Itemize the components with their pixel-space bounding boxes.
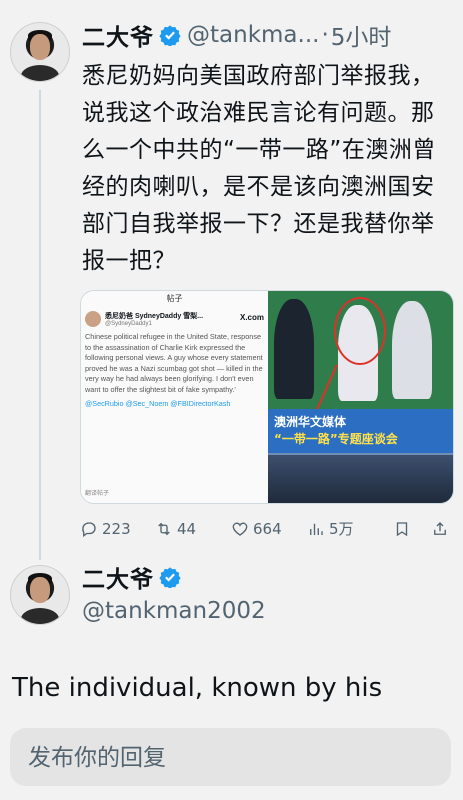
tweet-media[interactable]: 帖子 悉尼奶爸 SydneyDaddy 雪梨... @SydneyDaddy1 … [80, 290, 454, 504]
banner-line-1: 澳洲华文媒体 [274, 415, 347, 429]
group-photo-row [268, 455, 453, 503]
reply-author-name[interactable]: 二大爷 [82, 560, 154, 594]
embedded-post-screenshot: 帖子 悉尼奶爸 SydneyDaddy 雪梨... @SydneyDaddy1 … [81, 291, 268, 503]
thread-connector-line [39, 90, 41, 560]
like-action[interactable]: 664 [231, 520, 307, 538]
x-logo: X.com [239, 313, 264, 322]
highlight-circle [334, 297, 386, 365]
like-count: 664 [253, 519, 282, 538]
heart-icon [232, 522, 248, 536]
verified-badge-icon [159, 567, 181, 588]
screenshot-translate-link: 翻译帖子 [85, 491, 110, 497]
tweet-header: 二大爷 @tankma... · 5小时 [82, 18, 391, 52]
reply-header: 二大爷 @tankman2002 [82, 560, 266, 624]
author-handle[interactable]: @tankma... [187, 22, 319, 48]
reply-icon [82, 521, 96, 537]
reply-input[interactable] [26, 738, 430, 778]
tweet-text: 悉尼奶妈向美国政府部门举报我，说我这个政治难民言论有问题。那么一个中共的“一带一… [82, 63, 436, 274]
retweet-icon [158, 522, 170, 535]
person-figure [392, 301, 432, 399]
tweet-actions: 223 44 664 5万 [80, 518, 452, 539]
reply-action[interactable]: 223 [80, 520, 155, 538]
retweet-action[interactable]: 44 [155, 520, 231, 538]
verified-badge-icon [159, 25, 181, 46]
screenshot-topbar: 帖子 [166, 294, 183, 303]
reply-text: The individual, known by his [12, 673, 383, 703]
event-banner: 澳洲华文媒体 “一带一路”专题座谈会 [268, 409, 453, 453]
retweet-count: 44 [177, 519, 197, 538]
avatar[interactable] [10, 22, 70, 82]
reply-count: 223 [102, 519, 131, 538]
reply-composer[interactable] [10, 728, 451, 786]
screenshot-mentions: @SecRubio @Sec_Noem @FBIDirectorKash [85, 399, 231, 408]
separator-dot: · [321, 22, 329, 48]
banner-line-2: “一带一路”专题座谈会 [274, 432, 398, 446]
reply-avatar[interactable] [10, 565, 70, 625]
views-chart-icon [310, 523, 323, 535]
screenshot-body-text: Chinese political refugee in the United … [85, 332, 263, 394]
reply-author-handle[interactable]: @tankman2002 [82, 598, 266, 624]
person-figure [274, 299, 314, 399]
timestamp[interactable]: 5小时 [331, 18, 392, 52]
bookmark-icon[interactable] [393, 520, 411, 538]
view-count: 5万 [329, 520, 354, 538]
share-icon[interactable] [431, 520, 449, 538]
event-photo: 澳洲华文媒体 “一带一路”专题座谈会 [268, 291, 453, 503]
author-name[interactable]: 二大爷 [82, 18, 154, 52]
screenshot-account-handle: @SydneyDaddy1 [105, 321, 152, 327]
screenshot-account-name: 悉尼奶爸 SydneyDaddy 雪梨... [105, 313, 204, 320]
screenshot-avatar [85, 311, 101, 327]
views-action[interactable]: 5万 [307, 518, 387, 539]
